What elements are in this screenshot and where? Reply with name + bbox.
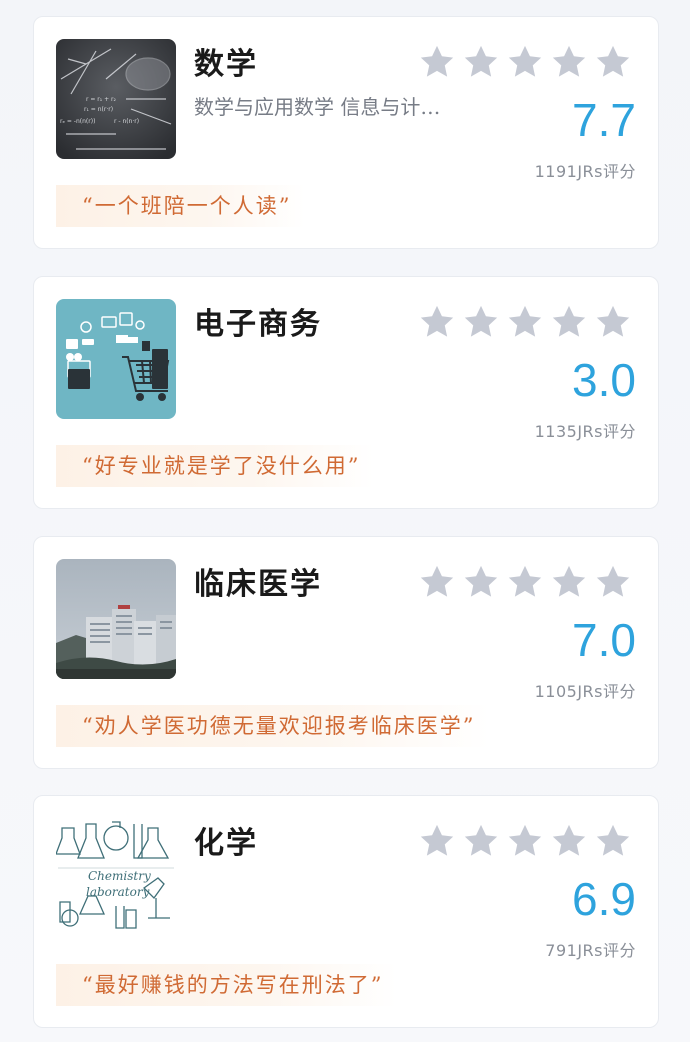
rating-score: 7.0	[572, 614, 636, 666]
chemistry-label: Chemistry	[88, 869, 151, 883]
major-subtitle: 数学与应用数学 信息与计…	[194, 95, 441, 119]
star-icon	[594, 303, 632, 341]
star-icon	[418, 303, 456, 341]
chemistry-laboratory-image: Chemistry laboratory	[56, 818, 176, 938]
rating-count: 1135JRs评分	[534, 422, 636, 441]
major-title: 化学	[194, 826, 258, 861]
star-rating	[418, 563, 632, 601]
star-icon	[462, 822, 500, 860]
ecommerce-cart-image	[56, 299, 176, 419]
hospital-building-image	[56, 559, 176, 679]
star-rating	[418, 43, 632, 81]
star-rating	[418, 822, 632, 860]
svg-text:r - n(n·r): r - n(n·r)	[114, 118, 139, 125]
laboratory-label: laboratory	[86, 885, 150, 899]
star-icon	[550, 822, 588, 860]
star-icon	[506, 43, 544, 81]
major-card-ecommerce[interactable]: 电子商务 3.0 1135JRs评分 “好专业就是学了没什么用”	[33, 276, 659, 509]
star-icon	[462, 303, 500, 341]
star-icon	[594, 822, 632, 860]
star-icon	[594, 43, 632, 81]
major-card-math[interactable]: r = r₁ + r₂ r₁ = n(r·r) rₑ = -n(n(r)) r …	[33, 16, 659, 249]
svg-text:r = r₁ + r₂: r = r₁ + r₂	[86, 96, 116, 103]
featured-quote: “一个班陪一个人读”	[56, 185, 306, 227]
rating-score: 7.7	[572, 94, 636, 146]
star-icon	[418, 563, 456, 601]
star-icon	[462, 563, 500, 601]
major-card-clinical-medicine[interactable]: 临床医学 7.0 1105JRs评分 “劝人学医功德无量欢迎报考临床医学”	[33, 536, 659, 769]
star-icon	[550, 303, 588, 341]
star-icon	[418, 43, 456, 81]
star-icon	[506, 563, 544, 601]
math-chalkboard-image: r = r₁ + r₂ r₁ = n(r·r) rₑ = -n(n(r)) r …	[56, 39, 176, 159]
rating-count: 791JRs评分	[545, 941, 636, 960]
rating-score: 3.0	[572, 354, 636, 406]
star-icon	[462, 43, 500, 81]
major-title: 临床医学	[194, 567, 322, 602]
star-icon	[506, 822, 544, 860]
star-icon	[550, 563, 588, 601]
star-icon	[506, 303, 544, 341]
star-icon	[594, 563, 632, 601]
featured-quote: “最好赚钱的方法写在刑法了”	[56, 964, 398, 1006]
major-title: 数学	[194, 47, 258, 82]
featured-quote: “劝人学医功德无量欢迎报考临床医学”	[56, 705, 490, 747]
svg-text:r₁ = n(r·r): r₁ = n(r·r)	[84, 106, 113, 113]
rating-count: 1191JRs评分	[534, 162, 636, 181]
star-rating	[418, 303, 632, 341]
rating-count: 1105JRs评分	[534, 682, 636, 701]
svg-text:rₑ = -n(n(r)): rₑ = -n(n(r))	[60, 118, 95, 125]
star-icon	[550, 43, 588, 81]
rating-score: 6.9	[572, 873, 636, 925]
star-icon	[418, 822, 456, 860]
featured-quote: “好专业就是学了没什么用”	[56, 445, 375, 487]
major-title: 电子商务	[194, 307, 322, 342]
major-card-chemistry[interactable]: Chemistry laboratory 化学 6.9 791JRs评分 “最好…	[33, 795, 659, 1028]
